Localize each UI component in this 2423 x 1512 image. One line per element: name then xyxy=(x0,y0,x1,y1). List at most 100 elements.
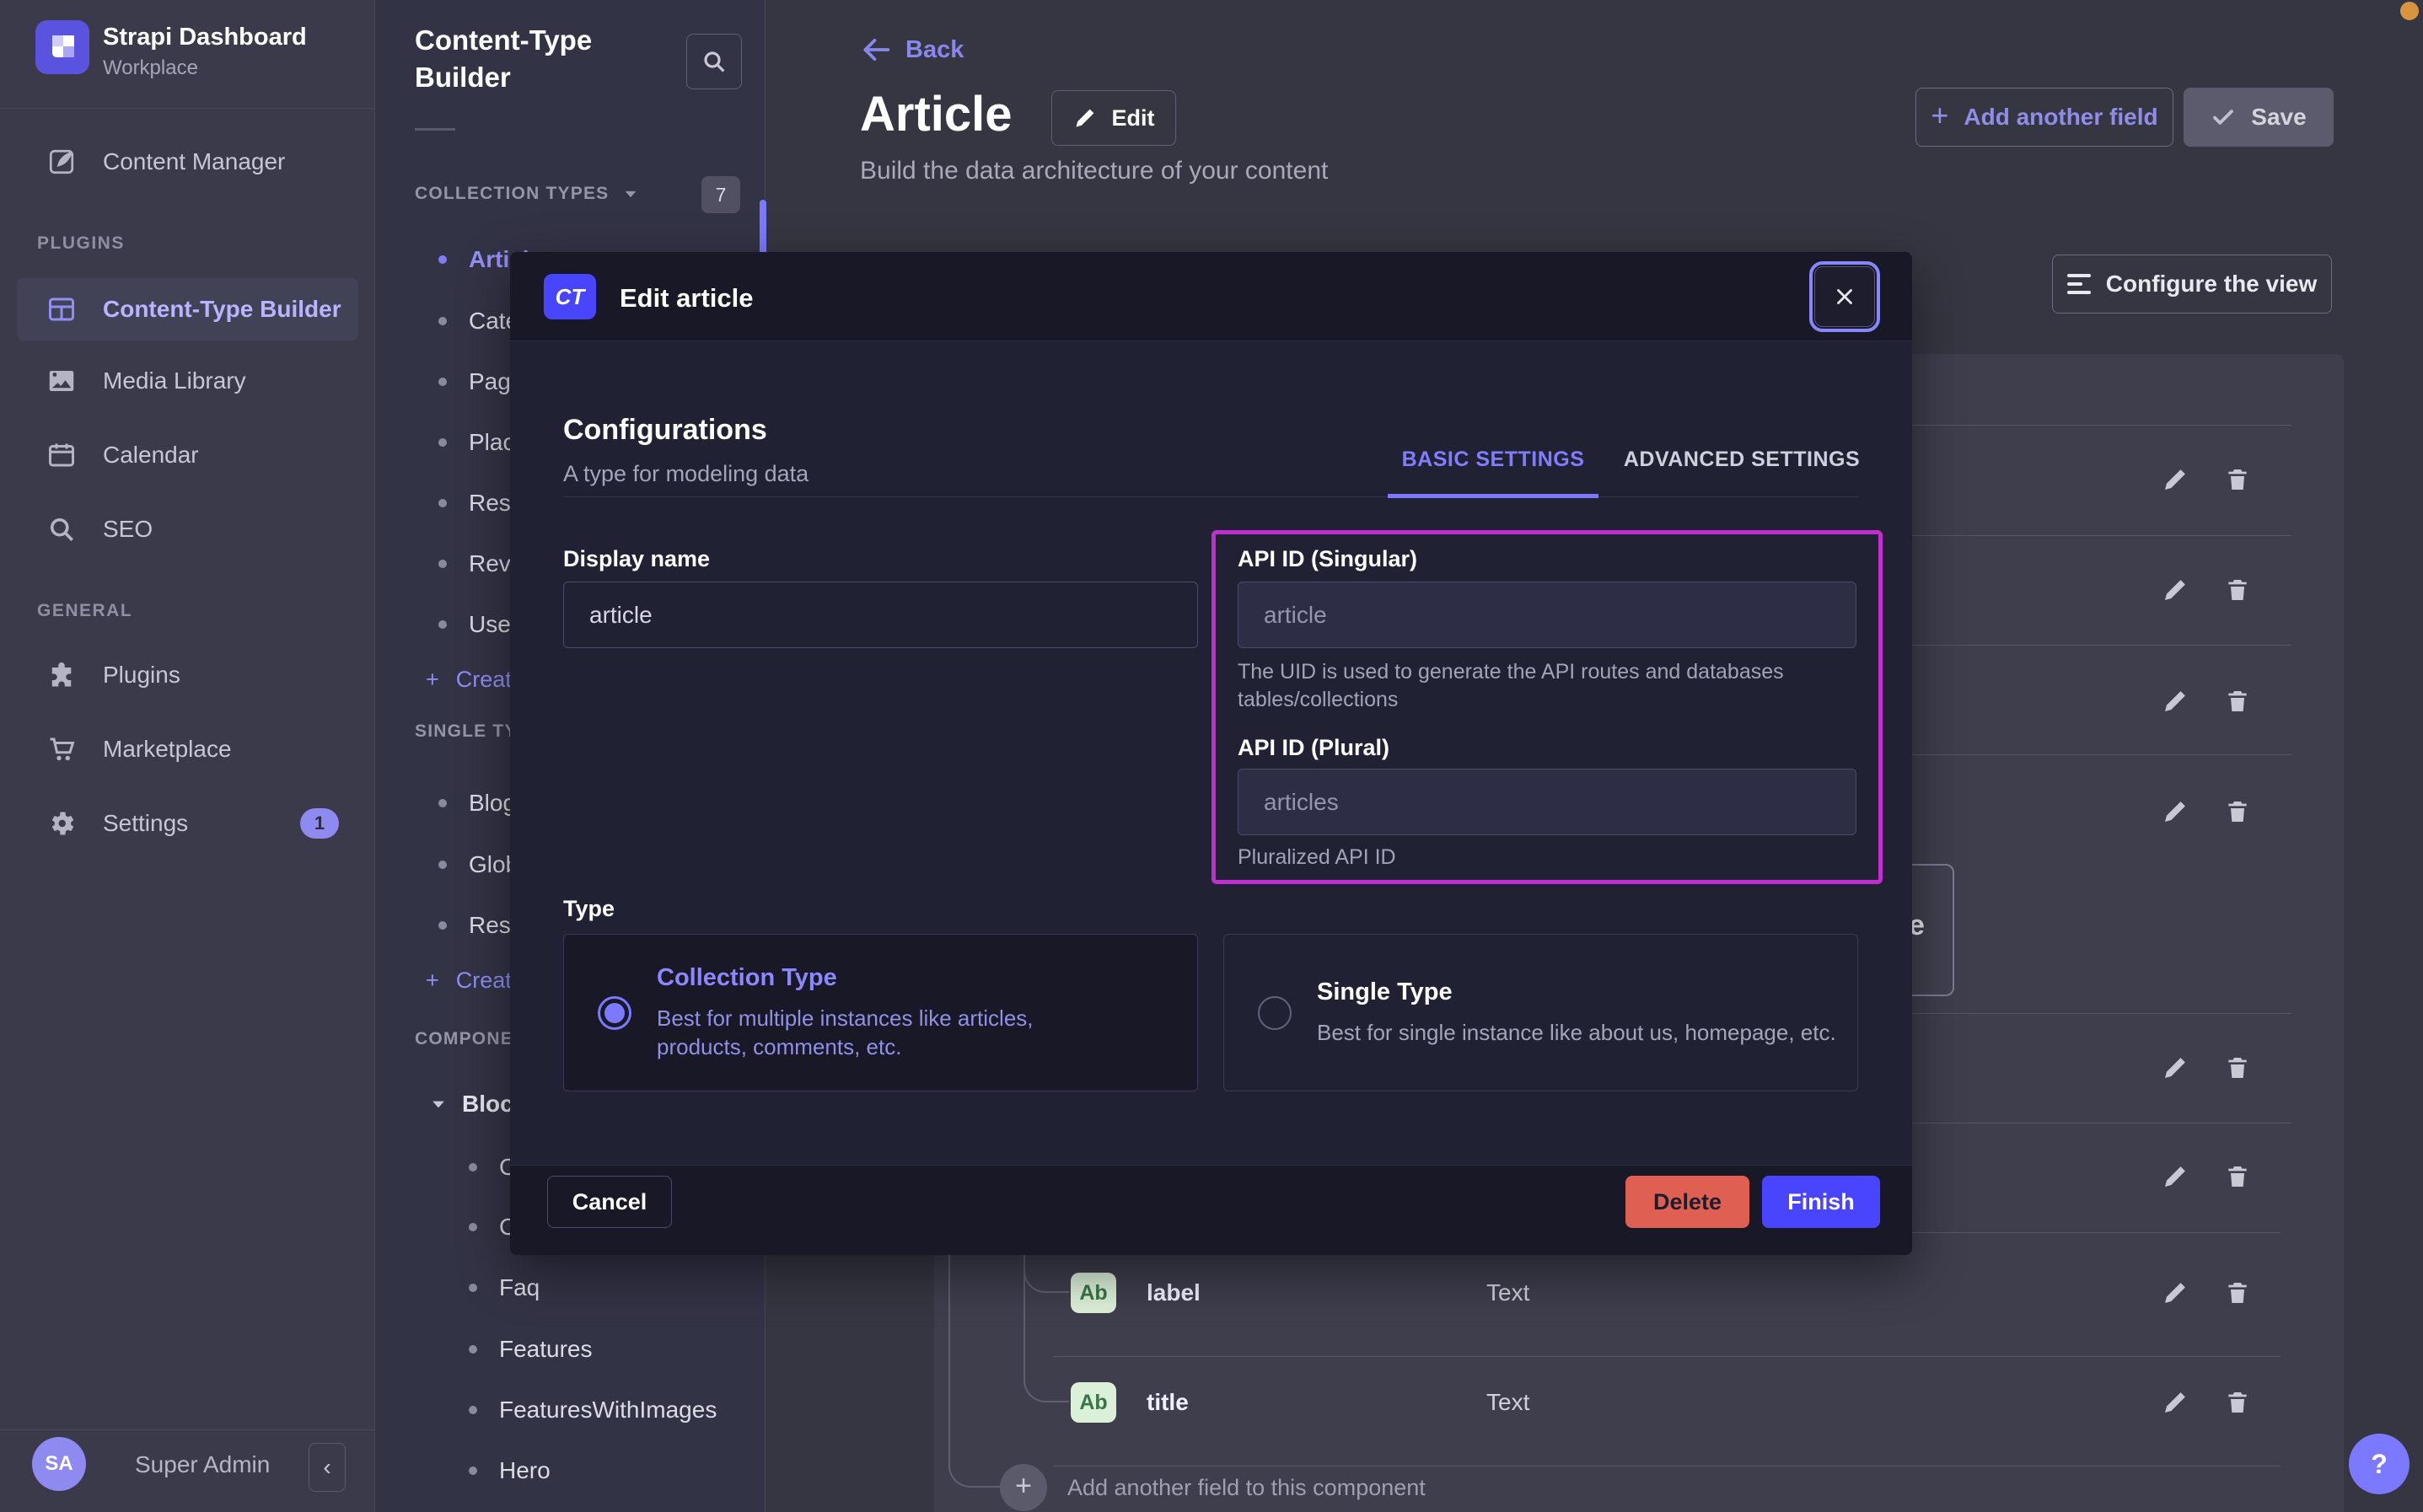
pencil-icon[interactable] xyxy=(2160,1053,2190,1083)
notification-dot xyxy=(2400,2,2419,20)
component-item-featureswithimages[interactable]: FeaturesWithImages xyxy=(469,1391,717,1429)
row-actions xyxy=(2160,1161,2253,1192)
row-actions xyxy=(2160,1053,2253,1083)
sidebar-item-marketplace[interactable]: Marketplace xyxy=(0,722,375,776)
avatar[interactable]: SA xyxy=(32,1437,86,1491)
sidebar-item-label: Media Library xyxy=(103,367,246,394)
component-item-faq[interactable]: Faq xyxy=(469,1269,540,1306)
user-name: Super Admin xyxy=(135,1451,270,1478)
puzzle-icon xyxy=(44,657,79,693)
edit-button[interactable]: Edit xyxy=(1051,90,1176,146)
collection-types-header[interactable]: COLLECTION TYPES xyxy=(415,184,637,204)
add-another-field-button[interactable]: + Add another field xyxy=(1915,88,2173,147)
sidebar-item-label: Plugins xyxy=(103,662,180,689)
sidebar-item-content-manager[interactable]: Content Manager xyxy=(0,135,375,189)
settings-badge: 1 xyxy=(300,808,339,839)
close-icon xyxy=(1832,284,1857,309)
chevron-left-icon: ‹ xyxy=(323,1454,330,1481)
tree-curve xyxy=(1023,1257,1069,1293)
add-component-field-button[interactable]: + xyxy=(1000,1464,1047,1511)
pencil-icon[interactable] xyxy=(2160,575,2190,605)
pencil-icon xyxy=(1073,106,1097,130)
delete-button[interactable]: Delete xyxy=(1625,1176,1749,1228)
sidebar-item-label: SEO xyxy=(103,516,153,543)
bullet-icon xyxy=(438,255,447,264)
save-button[interactable]: Save xyxy=(2184,88,2334,147)
media-icon xyxy=(44,363,79,399)
page-subtitle: Build the data architecture of your cont… xyxy=(860,157,1328,185)
finish-button[interactable]: Finish xyxy=(1762,1176,1880,1228)
sidebar-item-label: Content Manager xyxy=(103,148,285,175)
search-button[interactable] xyxy=(686,34,742,89)
bullet-icon xyxy=(469,1406,477,1414)
app-title: Strapi Dashboard xyxy=(103,24,307,51)
pencil-icon[interactable] xyxy=(2160,1278,2190,1308)
back-arrow-icon xyxy=(860,34,892,66)
row-actions xyxy=(2160,1278,2253,1308)
help-button[interactable]: ? xyxy=(2349,1434,2410,1494)
pencil-icon[interactable] xyxy=(2160,686,2190,716)
collapse-sidebar-button[interactable]: ‹ xyxy=(309,1443,346,1492)
pencil-icon[interactable] xyxy=(2160,796,2190,827)
single-item-blog[interactable]: Blog xyxy=(438,785,516,822)
field-name: title xyxy=(1147,1389,1189,1416)
collection-item-user[interactable]: User xyxy=(438,606,518,643)
radio-unselected-icon xyxy=(1258,996,1292,1030)
sidebar-item-calendar[interactable]: Calendar xyxy=(0,428,375,482)
field-type-badge: Ab xyxy=(1071,1382,1116,1423)
cancel-button[interactable]: Cancel xyxy=(547,1176,672,1228)
api-id-singular-input[interactable] xyxy=(1238,582,1856,648)
gear-icon xyxy=(44,806,79,841)
sidebar-item-plugins[interactable]: Plugins xyxy=(0,648,375,702)
title-divider xyxy=(415,128,455,131)
field-type-badge: Ab xyxy=(1071,1273,1116,1313)
trash-icon[interactable] xyxy=(2222,1387,2253,1418)
back-link[interactable]: Back xyxy=(860,34,964,66)
trash-icon[interactable] xyxy=(2222,686,2253,716)
configure-view-button[interactable]: Configure the view xyxy=(2052,255,2332,314)
api-id-singular-help: The UID is used to generate the API rout… xyxy=(1238,658,1828,714)
trash-icon[interactable] xyxy=(2222,464,2253,495)
sidebar-section-plugins: PLUGINS xyxy=(37,233,125,254)
sidebar-item-label: Calendar xyxy=(103,442,199,469)
api-id-plural-label: API ID (Plural) xyxy=(1238,735,1389,761)
bullet-icon xyxy=(438,499,447,507)
option-description: Best for multiple instances like article… xyxy=(657,1004,1129,1061)
close-button[interactable] xyxy=(1814,266,1875,327)
display-name-input[interactable] xyxy=(563,582,1198,648)
add-component-field-label[interactable]: Add another field to this component xyxy=(1067,1475,1426,1501)
strapi-logo xyxy=(35,20,89,74)
api-id-plural-input[interactable] xyxy=(1238,769,1856,835)
sidebar-item-seo[interactable]: SEO xyxy=(0,502,375,556)
pencil-icon[interactable] xyxy=(2160,1161,2190,1192)
row-actions xyxy=(2160,686,2253,716)
sidebar-item-label: Settings xyxy=(103,810,188,837)
trash-icon[interactable] xyxy=(2222,1053,2253,1083)
radio-selected-icon xyxy=(598,996,631,1030)
pencil-icon[interactable] xyxy=(2160,1387,2190,1418)
grid-icon xyxy=(44,292,79,327)
api-id-plural-help: Pluralized API ID xyxy=(1238,844,1828,871)
sidebar-item-media-library[interactable]: Media Library xyxy=(0,354,375,408)
pencil-icon[interactable] xyxy=(2160,464,2190,495)
trash-icon[interactable] xyxy=(2222,1278,2253,1308)
option-collection-type[interactable]: Collection Type Best for multiple instan… xyxy=(563,934,1198,1091)
bullet-icon xyxy=(438,861,447,869)
component-item-features[interactable]: Features xyxy=(469,1331,593,1368)
bullet-icon xyxy=(438,620,447,629)
sidebar-item-content-type-builder[interactable]: Content-Type Builder xyxy=(0,282,375,336)
bullet-icon xyxy=(469,1284,477,1292)
section-subtitle: A type for modeling data xyxy=(563,461,809,487)
bullet-icon xyxy=(469,1223,477,1231)
cart-icon xyxy=(44,732,79,767)
trash-icon[interactable] xyxy=(2222,796,2253,827)
trash-icon[interactable] xyxy=(2222,1161,2253,1192)
tab-advanced-settings[interactable]: ADVANCED SETTINGS xyxy=(1620,448,1864,472)
edit-article-modal: CT Edit article Configurations A type fo… xyxy=(510,252,1912,1255)
option-single-type[interactable]: Single Type Best for single instance lik… xyxy=(1223,934,1858,1091)
bullet-icon xyxy=(438,317,447,325)
component-item-hero[interactable]: Hero xyxy=(469,1452,551,1489)
trash-icon[interactable] xyxy=(2222,575,2253,605)
tab-basic-settings[interactable]: BASIC SETTINGS xyxy=(1388,448,1598,472)
row-divider xyxy=(1053,1356,2281,1357)
